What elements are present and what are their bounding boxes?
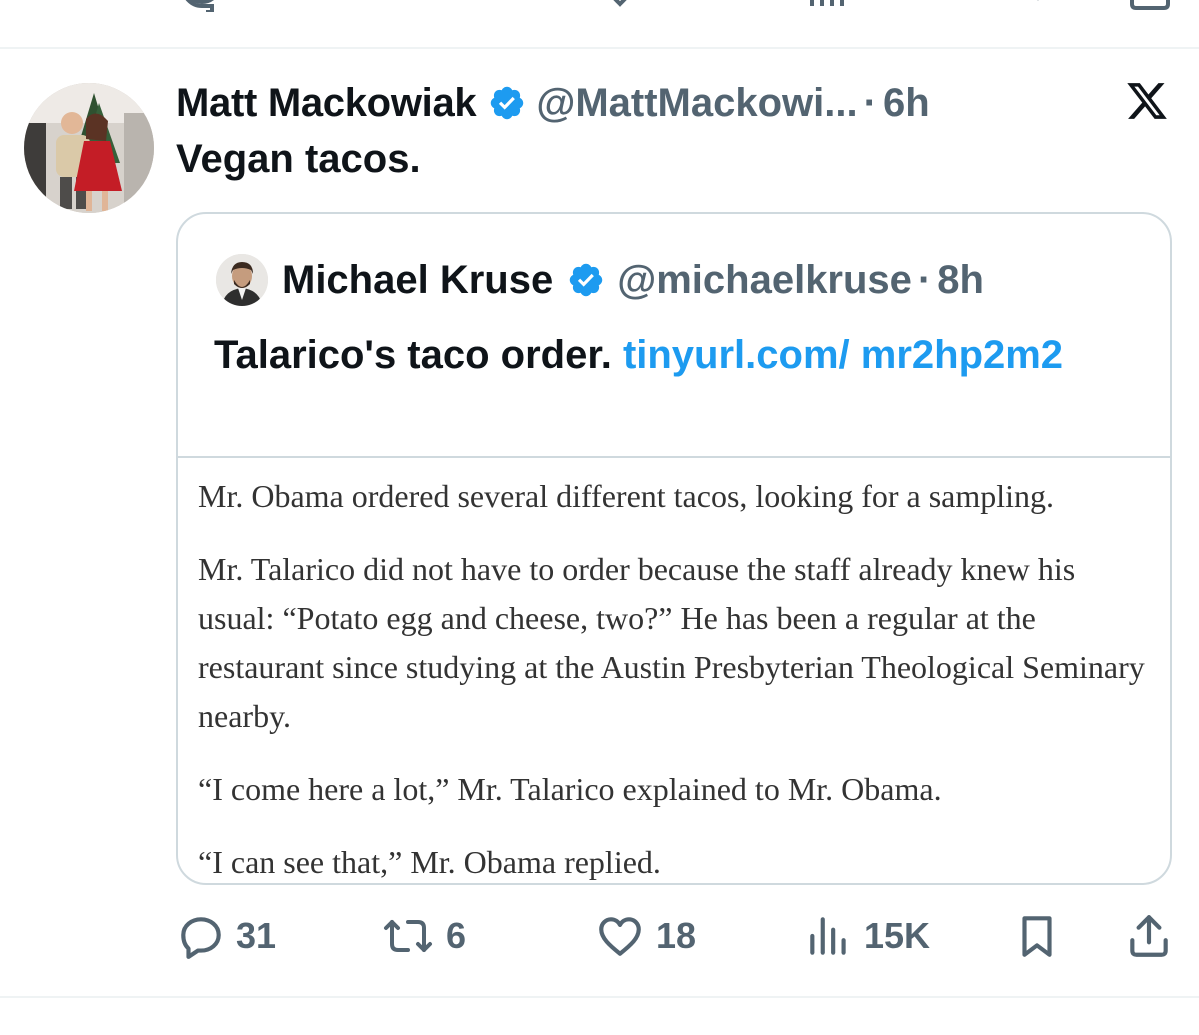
reply-button[interactable]: 31	[176, 908, 276, 964]
views-icon[interactable]	[808, 0, 848, 12]
author-name[interactable]: Matt Mackowiak	[176, 81, 477, 126]
share-icon[interactable]	[1128, 0, 1172, 12]
separator-dot: ·	[863, 80, 877, 125]
quoted-text-body: Talarico's taco order.	[214, 333, 612, 377]
x-logo-icon	[1124, 79, 1170, 123]
quoted-author-handle[interactable]: @michaelkruse	[617, 258, 912, 303]
repost-icon	[380, 911, 436, 961]
verified-badge-icon	[488, 84, 526, 122]
like-icon[interactable]	[598, 0, 642, 12]
repost-count: 6	[446, 915, 467, 956]
quoted-tweet-time[interactable]: 8h	[937, 258, 984, 303]
separator-dot: ·	[917, 257, 932, 302]
bookmark-icon	[1012, 911, 1062, 961]
view-count: 15K	[864, 915, 931, 956]
user-photo-avatar-icon	[24, 83, 154, 213]
reply-count: 31	[236, 915, 277, 956]
divider	[0, 996, 1199, 998]
repost-icon[interactable]	[384, 0, 444, 12]
bookmark-button[interactable]	[1012, 908, 1062, 964]
article-excerpt-image: Mr. Obama ordered several different taco…	[198, 472, 1158, 883]
like-count: 18	[656, 915, 697, 956]
tweet-actions: 31 6 18 15K	[0, 908, 1199, 964]
quoted-link[interactable]: tinyurl.com/ mr2hp2m2	[623, 333, 1063, 377]
bookmark-icon[interactable]	[1016, 0, 1060, 12]
like-button[interactable]: 18	[594, 908, 696, 964]
share-button[interactable]	[1124, 908, 1174, 964]
tweet-header: Matt Mackowiak @MattMackowi... · 6h	[176, 78, 930, 128]
quoted-tweet-card[interactable]: Michael Kruse @michaelkruse · 8h Talaric…	[176, 212, 1172, 885]
excerpt-paragraph: “I can see that,” Mr. Obama replied.	[198, 844, 661, 880]
previous-tweet-actions	[0, 0, 1199, 12]
repost-button[interactable]: 6	[380, 908, 466, 964]
verified-badge-icon	[567, 261, 605, 299]
views-button[interactable]: 15K	[804, 908, 930, 964]
quoted-tweet-text: Talarico's taco order. tinyurl.com/ mr2h…	[214, 326, 1114, 384]
quoted-card-divider	[178, 456, 1170, 458]
reply-icon[interactable]	[178, 0, 222, 12]
share-icon	[1124, 911, 1174, 961]
analytics-icon	[804, 911, 854, 961]
excerpt-paragraph: Mr. Talarico did not have to order becau…	[198, 551, 1145, 734]
quoted-tweet-header: Michael Kruse @michaelkruse · 8h	[282, 252, 984, 308]
excerpt-paragraph: “I come here a lot,” Mr. Talarico explai…	[198, 771, 942, 807]
heart-icon	[594, 911, 646, 961]
divider	[0, 47, 1199, 49]
quoted-author-name[interactable]: Michael Kruse	[282, 258, 553, 303]
tweet-time[interactable]: 6h	[883, 81, 930, 126]
tweet-text: Vegan tacos.	[176, 137, 421, 181]
excerpt-paragraph: Mr. Obama ordered several different taco…	[198, 478, 1055, 514]
quoted-author-avatar[interactable]	[216, 254, 268, 306]
reply-icon	[176, 911, 226, 961]
author-avatar[interactable]	[24, 83, 154, 213]
author-handle[interactable]: @MattMackowi...	[536, 81, 857, 126]
quoted-avatar-icon	[216, 254, 268, 306]
